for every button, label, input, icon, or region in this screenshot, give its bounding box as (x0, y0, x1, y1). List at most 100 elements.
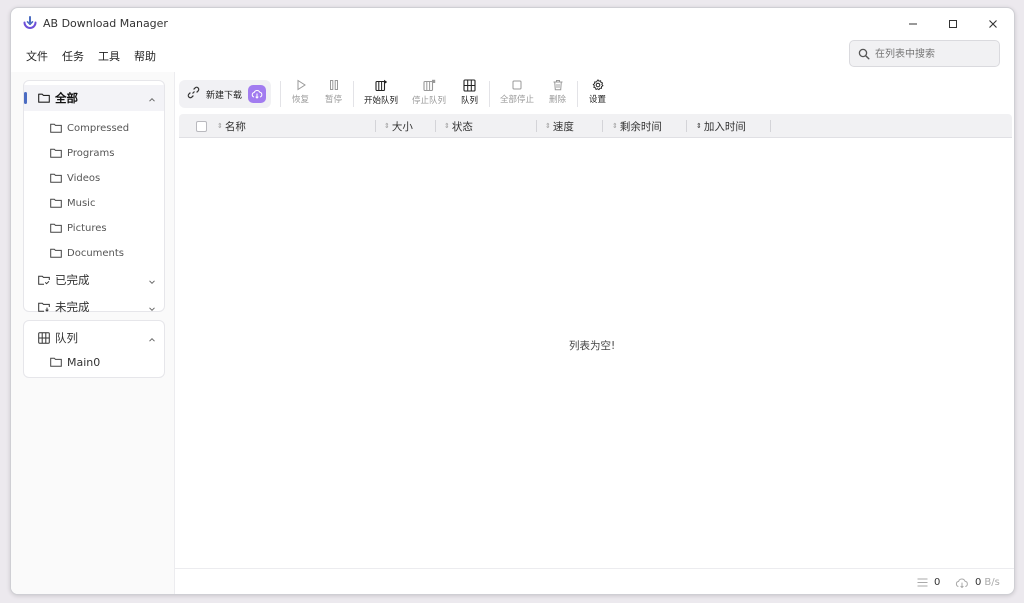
menu-bar: 文件 任务 工具 帮助 (19, 46, 163, 66)
folder-icon (50, 123, 62, 133)
folder-download-icon (38, 302, 50, 312)
chevron-down-icon[interactable] (148, 275, 156, 289)
stop-all-button[interactable]: 全部停止 (493, 76, 541, 112)
search-box[interactable] (849, 40, 1000, 67)
subcategory-programs[interactable]: Programs (24, 142, 164, 164)
title-bar: AB Download Manager (11, 8, 1014, 38)
column-added[interactable]: ⇕ 加入时间 (696, 114, 746, 138)
folder-icon (50, 173, 62, 183)
start-queue-button[interactable]: 开始队列 (357, 76, 405, 112)
queue-button[interactable]: 队列 (453, 76, 486, 112)
subcategory-label: Programs (67, 147, 115, 159)
chevron-up-icon[interactable] (148, 333, 156, 347)
queue-label: 队列 (460, 96, 478, 106)
column-separator[interactable] (602, 120, 603, 132)
folder-icon (50, 223, 62, 233)
new-download-button[interactable]: 新建下载 (179, 80, 271, 108)
link-icon (187, 86, 200, 102)
menu-tasks[interactable]: 任务 (55, 46, 91, 66)
column-speed[interactable]: ⇕ 速度 (545, 114, 574, 138)
queue-icon (38, 332, 50, 344)
folder-icon (50, 148, 62, 158)
category-all[interactable]: 全部 (24, 85, 164, 111)
cloud-download-icon (955, 578, 968, 588)
queue-item-label: Main (67, 355, 94, 369)
subcategory-label: Pictures (67, 222, 107, 234)
list-icon (917, 578, 928, 587)
settings-label: 设置 (588, 95, 606, 105)
subcategory-label: Videos (67, 172, 101, 184)
resume-button[interactable]: 恢复 (284, 76, 317, 112)
column-remaining-label: 剩余时间 (619, 120, 662, 133)
download-speed-indicator: 0 B/s (955, 577, 1000, 588)
folder-icon (38, 93, 50, 103)
folder-icon (50, 248, 62, 258)
subcategory-label: Documents (67, 247, 125, 259)
column-separator[interactable] (770, 120, 771, 132)
stop-all-label: 全部停止 (499, 95, 534, 105)
queue-item-main[interactable]: Main 0 (24, 351, 164, 373)
chevron-down-icon[interactable] (148, 302, 156, 316)
trash-icon (553, 80, 562, 91)
menu-help[interactable]: 帮助 (127, 46, 163, 66)
stop-queue-button[interactable]: 停止队列 (405, 76, 453, 112)
column-status[interactable]: ⇕ 状态 (444, 114, 473, 138)
stop-icon (512, 80, 522, 90)
toolbar: 新建下载 恢复 暂停 开始队列 停止队列 队列 全部停止 删除 设置 (179, 76, 614, 112)
delete-label: 删除 (548, 95, 566, 105)
search-input[interactable] (875, 46, 990, 62)
subcategory-compressed[interactable]: Compressed (24, 117, 164, 139)
column-name-label: 名称 (224, 120, 246, 133)
column-speed-label: 速度 (552, 120, 574, 133)
folder-check-icon (38, 275, 50, 285)
play-icon (297, 79, 306, 91)
subcategory-label: Music (67, 197, 96, 209)
category-unfinished[interactable]: 未完成 (24, 294, 164, 320)
subcategory-pictures[interactable]: Pictures (24, 217, 164, 239)
chevron-up-icon[interactable] (148, 93, 156, 107)
toolbar-divider (280, 81, 281, 107)
main-panel: 新建下载 恢复 暂停 开始队列 停止队列 队列 全部停止 删除 设置 ⇕ 名称 … (175, 72, 1014, 594)
select-all-checkbox[interactable] (196, 121, 207, 132)
toolbar-divider (353, 81, 354, 107)
resume-label: 恢复 (291, 95, 309, 105)
category-completed[interactable]: 已完成 (24, 267, 164, 293)
column-size[interactable]: ⇕ 大小 (384, 114, 413, 138)
gear-icon (592, 79, 603, 91)
toolbar-divider (577, 81, 578, 107)
column-name[interactable]: ⇕ 名称 (217, 114, 246, 138)
column-separator[interactable] (536, 120, 537, 132)
stop-queue-label: 停止队列 (411, 96, 446, 106)
close-button[interactable] (978, 13, 1008, 35)
sort-icon: ⇕ (217, 122, 223, 130)
column-separator[interactable] (686, 120, 687, 132)
column-separator[interactable] (435, 120, 436, 132)
subcategory-music[interactable]: Music (24, 192, 164, 214)
delete-button[interactable]: 删除 (541, 76, 574, 112)
menu-tools[interactable]: 工具 (91, 46, 127, 66)
stop-queue-icon (422, 79, 435, 92)
sidebar: 全部 Compressed Programs Videos Music Pict… (11, 72, 175, 594)
queue-icon (463, 79, 476, 92)
category-all-label: 全部 (55, 91, 78, 105)
sort-icon: ⇕ (384, 122, 390, 130)
table-header: ⇕ 名称 ⇕ 大小 ⇕ 状态 ⇕ 速度 ⇕ 剩余时间 ⇕ 加入时间 (179, 114, 1012, 138)
column-status-label: 状态 (451, 120, 473, 133)
column-size-label: 大小 (391, 120, 413, 133)
queue-panel: 队列 Main 0 (23, 320, 165, 378)
maximize-button[interactable] (938, 13, 968, 35)
subcategory-videos[interactable]: Videos (24, 167, 164, 189)
settings-button[interactable]: 设置 (581, 76, 614, 112)
pause-button[interactable]: 暂停 (317, 76, 350, 112)
new-download-label: 新建下载 (206, 90, 243, 101)
pause-label: 暂停 (324, 95, 342, 105)
column-separator[interactable] (375, 120, 376, 132)
subcategory-documents[interactable]: Documents (24, 242, 164, 264)
search-icon (858, 48, 870, 60)
minimize-button[interactable] (898, 13, 928, 35)
queue-header-label: 队列 (55, 331, 78, 345)
menu-file[interactable]: 文件 (19, 46, 55, 66)
column-remaining[interactable]: ⇕ 剩余时间 (612, 114, 662, 138)
queue-header[interactable]: 队列 (24, 325, 164, 351)
start-queue-label: 开始队列 (363, 96, 398, 106)
